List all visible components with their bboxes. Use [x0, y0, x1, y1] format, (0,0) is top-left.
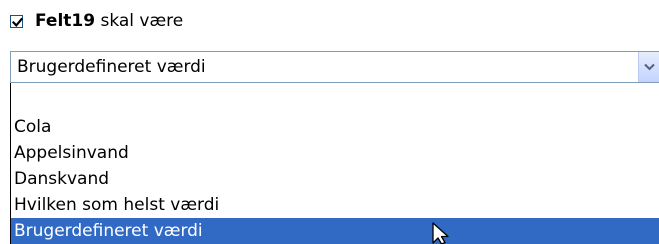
mouse-pointer-icon — [432, 222, 454, 244]
condition-label: Felt19 skal være — [35, 11, 183, 31]
condition-editor: Felt19 skal være Brugerdefineret værdi C… — [0, 0, 659, 244]
option-blank[interactable] — [11, 87, 659, 113]
option-danskvand[interactable]: Danskvand — [11, 166, 659, 192]
value-select[interactable]: Brugerdefineret værdi — [10, 51, 659, 83]
dropdown-button[interactable] — [638, 52, 659, 82]
field-name: Felt19 — [35, 11, 96, 31]
condition-row: Felt19 skal være — [10, 2, 183, 40]
option-any-value[interactable]: Hvilken som helst værdi — [11, 192, 659, 218]
condition-checkbox[interactable] — [10, 14, 23, 28]
dropdown-option-list: Cola Appelsinvand Danskvand Hvilken som … — [10, 83, 659, 244]
chevron-down-icon — [643, 63, 655, 71]
select-current-value: Brugerdefineret værdi — [17, 57, 206, 77]
checkmark-icon — [12, 17, 23, 27]
condition-suffix: skal være — [95, 11, 184, 31]
option-cola[interactable]: Cola — [11, 114, 659, 140]
option-custom-value[interactable]: Brugerdefineret værdi — [11, 218, 659, 244]
option-appelsinvand[interactable]: Appelsinvand — [11, 140, 659, 166]
